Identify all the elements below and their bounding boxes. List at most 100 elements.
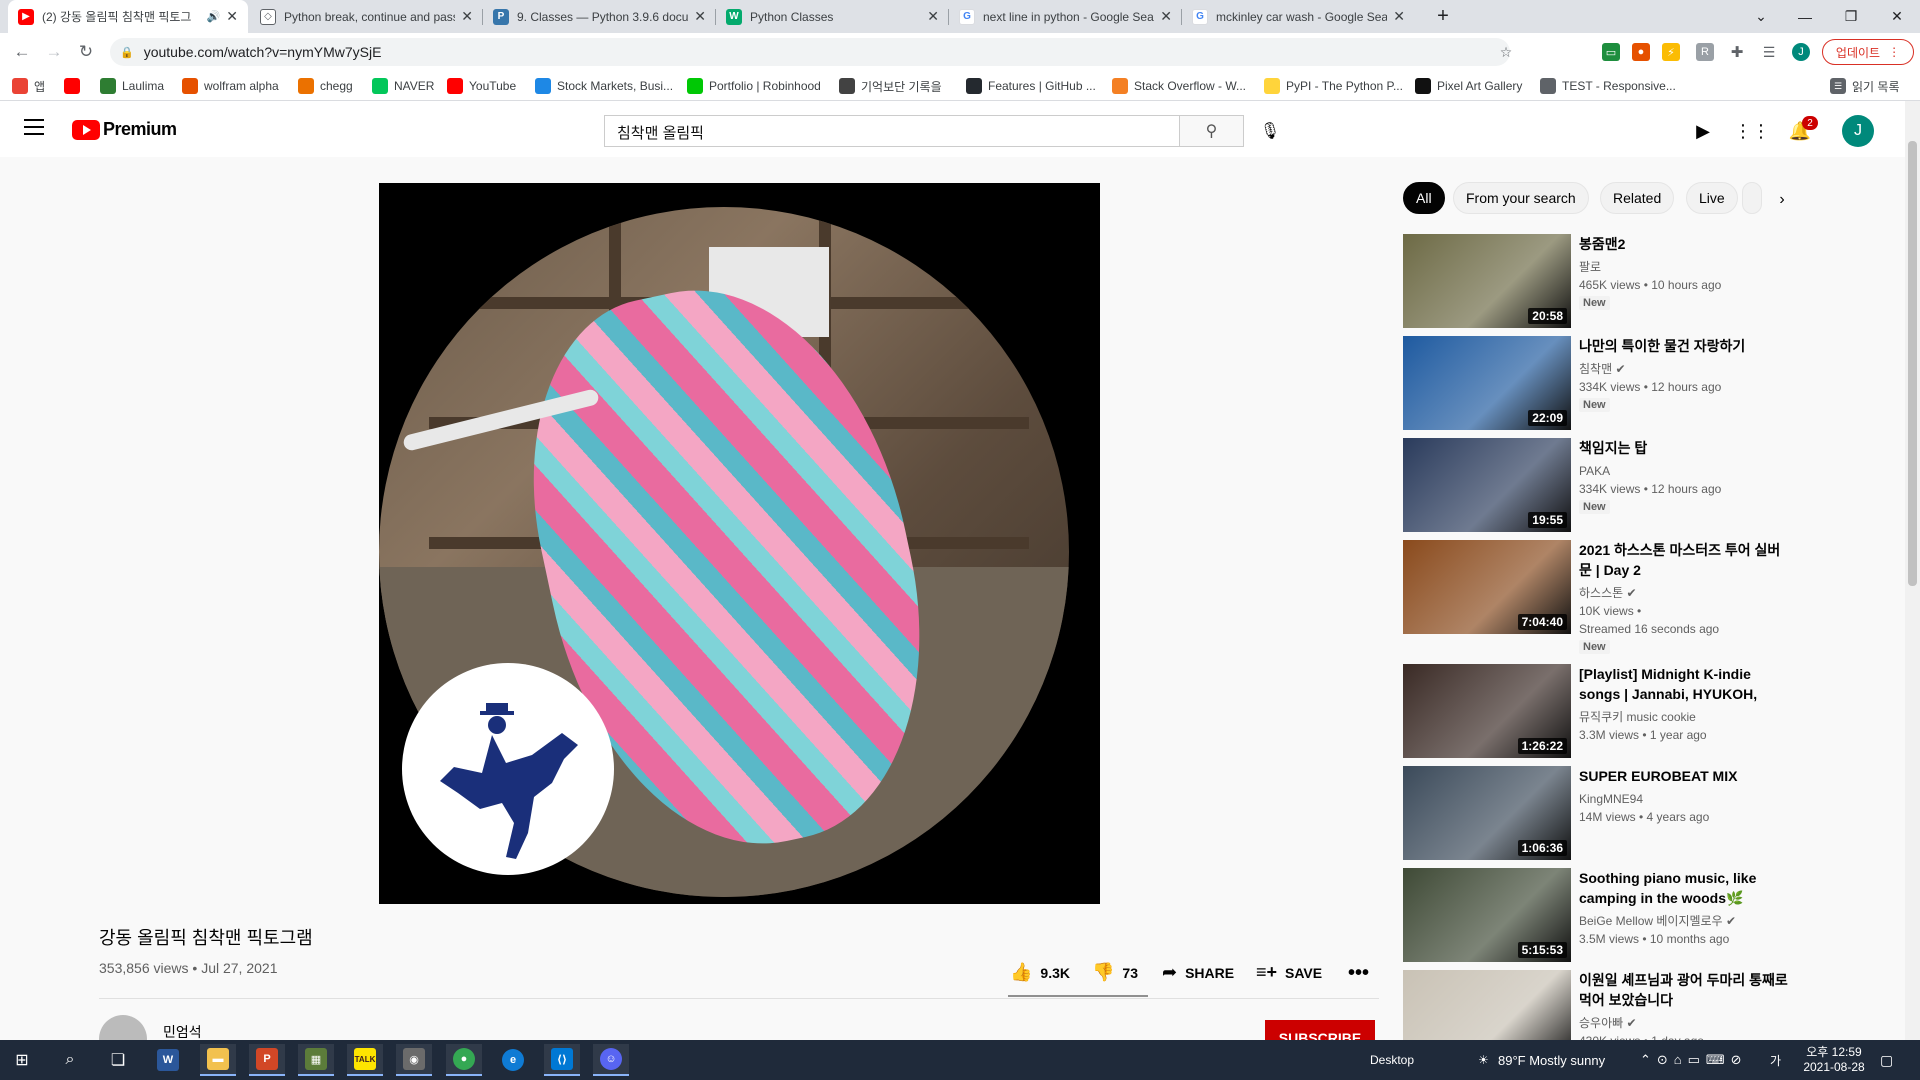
- close-icon[interactable]: ✕: [226, 8, 238, 25]
- bookmark-item[interactable]: wolfram alpha: [182, 71, 279, 101]
- speaker-icon[interactable]: 🔊: [207, 10, 221, 23]
- bookmark-item[interactable]: Pixel Art Gallery: [1415, 71, 1522, 101]
- kakaotalk-icon[interactable]: TALK: [347, 1044, 383, 1076]
- recommendation-title[interactable]: 봉줌맨2: [1579, 234, 1789, 254]
- update-button[interactable]: 업데이트 ⋮: [1822, 39, 1914, 65]
- close-icon[interactable]: ✕: [1393, 8, 1405, 25]
- video-thumbnail[interactable]: 1:26:22: [1403, 664, 1571, 758]
- bookmark-item[interactable]: NAVER: [372, 71, 434, 101]
- weather-text[interactable]: 89°F Mostly sunny: [1498, 1040, 1605, 1080]
- recommendation-item[interactable]: 1:06:36 SUPER EUROBEAT MIX KingMNE94 14M vi…: [1403, 766, 1843, 860]
- close-icon[interactable]: ✕: [927, 8, 939, 25]
- recommendation-channel[interactable]: 팔로: [1579, 258, 1789, 276]
- bookmark-item[interactable]: YouTube: [447, 71, 516, 101]
- minimize-icon[interactable]: —: [1782, 0, 1828, 33]
- file-explorer-icon[interactable]: ▬: [200, 1044, 236, 1076]
- reading-queue-icon[interactable]: ☰: [1760, 43, 1778, 61]
- bookmark-item[interactable]: Features | GitHub ...: [966, 71, 1096, 101]
- extension-icon[interactable]: R: [1696, 43, 1714, 61]
- save-button[interactable]: ≡+ SAVE: [1256, 962, 1322, 983]
- tab-youtube[interactable]: ▶ (2) 강동 올림픽 침착맨 픽토그 🔊 ✕: [8, 0, 248, 33]
- recommendation-title[interactable]: 2021 하스스톤 마스터즈 투어 실버문 | Day 2: [1579, 540, 1789, 580]
- create-video-icon[interactable]: ▶︎: [1691, 119, 1715, 143]
- back-icon[interactable]: ←: [10, 40, 34, 64]
- recommendation-title[interactable]: SUPER EUROBEAT MIX: [1579, 766, 1789, 786]
- video-thumbnail[interactable]: 20:58: [1403, 234, 1571, 328]
- clock[interactable]: 오후 12:59 2021-08-28: [1803, 1040, 1864, 1080]
- recommendation-title[interactable]: Soothing piano music, like camping in th…: [1579, 868, 1789, 908]
- app-icon[interactable]: ◉: [396, 1044, 432, 1076]
- discord-icon[interactable]: ☺: [593, 1044, 629, 1076]
- search-icon[interactable]: ⌕: [52, 1044, 88, 1076]
- bookmark-item[interactable]: chegg: [298, 71, 353, 101]
- bookmark-item[interactable]: Stock Markets, Busi...: [535, 71, 673, 101]
- recommendation-channel[interactable]: 승우아빠 ✔: [1579, 1014, 1789, 1032]
- ime-indicator[interactable]: 가: [1770, 1040, 1781, 1080]
- notification-center-icon[interactable]: ▢: [1880, 1040, 1893, 1080]
- vscode-icon[interactable]: ⟨⟩: [544, 1044, 580, 1076]
- share-button[interactable]: ➦ SHARE: [1162, 962, 1234, 983]
- powerpoint-icon[interactable]: P: [249, 1044, 285, 1076]
- word-icon[interactable]: W: [150, 1044, 186, 1076]
- extension-icon[interactable]: ●: [1632, 43, 1650, 61]
- close-icon[interactable]: ✕: [1160, 8, 1172, 25]
- bookmark-item[interactable]: Laulima: [100, 71, 164, 101]
- bookmark-item[interactable]: Portfolio | Robinhood: [687, 71, 821, 101]
- video-player[interactable]: [379, 183, 1100, 904]
- recommendation-item[interactable]: 19:55 책임지는 탑 PAKA 334K views • 12 hours ago…: [1403, 438, 1843, 532]
- puzzle-icon[interactable]: ✚: [1728, 43, 1746, 61]
- tab-python-classes[interactable]: W Python Classes ✕: [716, 0, 949, 33]
- page-scrollbar[interactable]: [1905, 101, 1920, 1040]
- video-thumbnail[interactable]: 22:09: [1403, 336, 1571, 430]
- more-actions-icon[interactable]: •••: [1348, 962, 1369, 985]
- chip-all[interactable]: All: [1403, 182, 1445, 214]
- recommendation-item[interactable]: 22:09 나만의 특이한 물건 자랑하기 침착맨 ✔ 334K views • 12…: [1403, 336, 1843, 430]
- tab-google-next-line[interactable]: G next line in python - Google Sear ✕: [949, 0, 1182, 33]
- tab-python-break[interactable]: ◇ Python break, continue and pass ✕: [250, 0, 483, 33]
- window-close-icon[interactable]: ✕: [1874, 0, 1920, 33]
- desktop-toolbar[interactable]: Desktop: [1370, 1040, 1414, 1080]
- menu-icon[interactable]: [24, 119, 44, 135]
- scrollbar-thumb[interactable]: [1908, 141, 1917, 586]
- recommendation-title[interactable]: 이원일 셰프님과 광어 두마리 통째로 먹어 보았습니다: [1579, 970, 1789, 1010]
- recommendation-channel[interactable]: 뮤직쿠키 music cookie: [1579, 708, 1789, 726]
- video-thumbnail[interactable]: 19:55: [1403, 438, 1571, 532]
- bookmark-item[interactable]: Stack Overflow - W...: [1112, 71, 1246, 101]
- bookmark-item[interactable]: PyPI - The Python P...: [1264, 71, 1403, 101]
- bookmark-item[interactable]: TEST - Responsive...: [1540, 71, 1676, 101]
- system-tray-icons[interactable]: ⌃⊙⌂▭⌨⊘: [1640, 1040, 1748, 1080]
- chip-partial[interactable]: [1742, 182, 1762, 214]
- chip-related[interactable]: Related: [1600, 182, 1675, 214]
- bookmark-item[interactable]: [64, 71, 86, 101]
- search-button[interactable]: ⚲: [1180, 115, 1244, 147]
- youtube-avatar[interactable]: J: [1842, 115, 1874, 147]
- chrome-icon[interactable]: ●: [446, 1044, 482, 1076]
- task-view-icon[interactable]: ❏: [100, 1044, 136, 1076]
- recommendation-item[interactable]: 20:58 봉줌맨2 팔로 465K views • 10 hours ago New: [1403, 234, 1843, 328]
- like-button[interactable]: 👍 9.3K: [1010, 962, 1070, 983]
- search-input[interactable]: 침착맨 올림픽: [604, 115, 1180, 147]
- recommendation-channel[interactable]: BeiGe Mellow 베이지멜로우 ✔: [1579, 912, 1789, 930]
- chip-live[interactable]: Live: [1686, 182, 1738, 214]
- recommendation-title[interactable]: 나만의 특이한 물건 자랑하기: [1579, 336, 1789, 356]
- forward-icon[interactable]: →: [42, 40, 66, 64]
- reload-icon[interactable]: ↻: [74, 40, 98, 64]
- extension-icon[interactable]: ⚡: [1662, 43, 1680, 61]
- tab-python-docs[interactable]: P 9. Classes — Python 3.9.6 docum ✕: [483, 0, 716, 33]
- edge-icon[interactable]: e: [495, 1044, 531, 1076]
- profile-avatar[interactable]: J: [1792, 43, 1810, 61]
- reading-list-button[interactable]: ☰ 읽기 목록: [1830, 71, 1900, 101]
- chip-from-your-search[interactable]: From your search: [1453, 182, 1589, 214]
- windows-start-icon[interactable]: ⊞: [4, 1044, 40, 1076]
- video-thumbnail[interactable]: 7:04:40: [1403, 540, 1571, 634]
- bookmark-star-icon[interactable]: ☆: [1494, 40, 1518, 64]
- bookmark-item[interactable]: 앱: [12, 71, 45, 101]
- channel-name[interactable]: 민엄석: [163, 1022, 202, 1042]
- recommendation-channel[interactable]: 침착맨 ✔: [1579, 360, 1789, 378]
- apps-grid-icon[interactable]: ⋮⋮: [1734, 119, 1770, 143]
- mic-icon[interactable]: 🎙: [1254, 115, 1286, 147]
- recommendation-item[interactable]: 7:04:40 2021 하스스톤 마스터즈 투어 실버문 | Day 2 하스스톤…: [1403, 540, 1843, 654]
- dislike-button[interactable]: 👎 73: [1092, 962, 1138, 983]
- recommendation-channel[interactable]: PAKA: [1579, 462, 1789, 480]
- recommendation-item[interactable]: 1:26:22 [Playlist] Midnight K-indie songs…: [1403, 664, 1843, 758]
